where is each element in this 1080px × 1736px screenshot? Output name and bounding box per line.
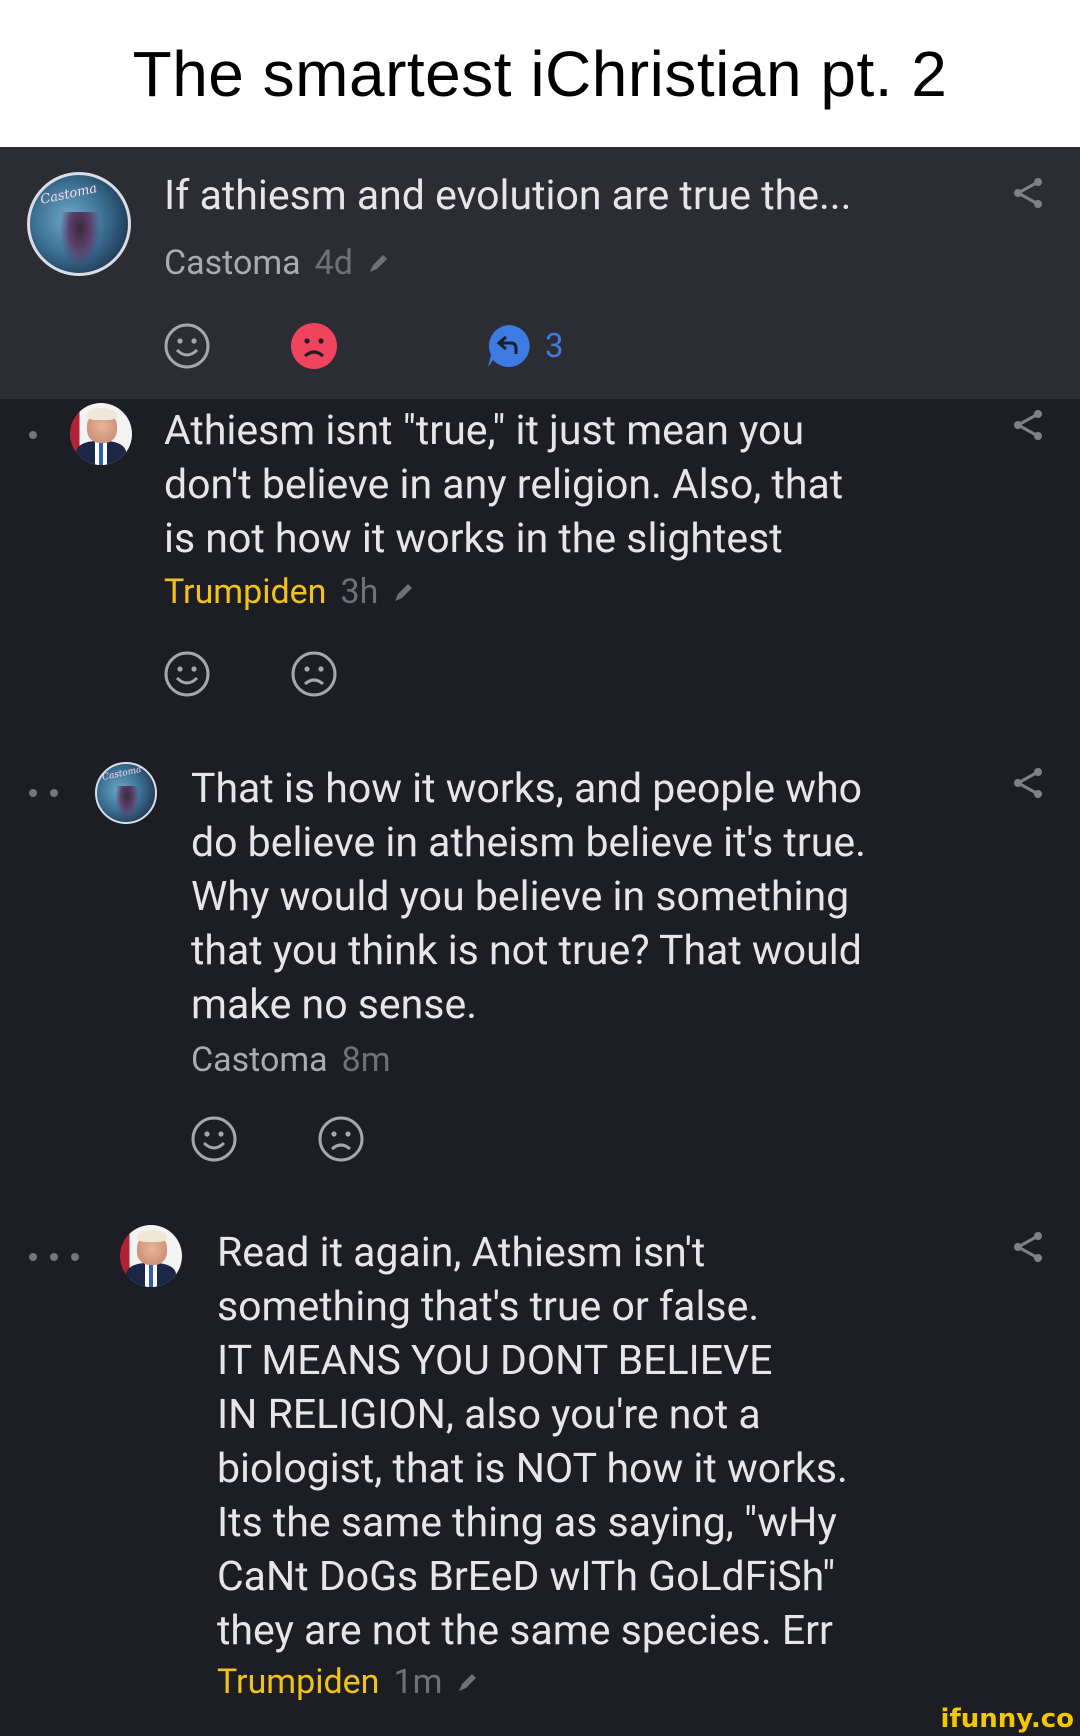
avatar-tie: [148, 1264, 154, 1287]
avatar-tie: [98, 442, 104, 465]
comment-author[interactable]: Trumpiden: [217, 1662, 379, 1702]
comment-author[interactable]: Trumpiden: [164, 572, 326, 612]
avatar-hair: [87, 407, 118, 421]
avatar[interactable]: [70, 403, 132, 465]
share-icon[interactable]: [1010, 175, 1046, 211]
comment-text[interactable]: Read it again, Athiesm isn't something t…: [217, 1226, 848, 1658]
avatar[interactable]: Castoma: [95, 762, 157, 824]
post-time: 4d: [314, 243, 353, 283]
post-author[interactable]: Castoma: [164, 243, 301, 283]
avatar-figure: [115, 786, 138, 818]
smile-icon[interactable]: [163, 322, 211, 370]
post-meta: Castoma 4d: [164, 243, 391, 283]
share-icon[interactable]: [1010, 1229, 1046, 1265]
reply-count: 3: [545, 326, 564, 366]
post-title[interactable]: If athiesm and evolution are true the...: [164, 169, 851, 223]
comment-text[interactable]: Athiesm isnt "true," it just mean you do…: [164, 404, 843, 566]
share-icon[interactable]: [1010, 407, 1046, 443]
avatar-hair: [137, 1229, 168, 1243]
pencil-icon: [459, 1674, 477, 1691]
comment-time: 3h: [340, 572, 379, 612]
reply-count-badge[interactable]: 3: [485, 322, 564, 370]
pencil-icon: [369, 255, 387, 272]
sad-icon[interactable]: [317, 1115, 365, 1163]
smile-icon[interactable]: [190, 1115, 238, 1163]
avatar-figure: [61, 212, 99, 267]
comment-author[interactable]: Castoma: [191, 1040, 328, 1080]
pencil-icon: [395, 584, 413, 601]
thread-depth-indicator: [29, 431, 37, 439]
thread-depth-indicator: [29, 1253, 79, 1261]
sad-icon[interactable]: [290, 650, 338, 698]
comment-meta: Castoma 8m: [191, 1040, 391, 1080]
share-icon[interactable]: [1010, 765, 1046, 801]
avatar-tag: Castoma: [38, 180, 99, 208]
avatar[interactable]: [120, 1225, 182, 1287]
watermark: ifunny.co: [940, 1704, 1074, 1734]
comment-time: 1m: [393, 1662, 443, 1702]
comment-meta: Trumpiden 1m: [217, 1662, 480, 1702]
avatar[interactable]: Castoma: [27, 172, 131, 276]
reply-icon: [488, 325, 530, 367]
comment-text[interactable]: That is how it works, and people who do …: [191, 762, 866, 1032]
comment-time: 8m: [341, 1040, 391, 1080]
page-title: The smartest iChristian pt. 2: [0, 0, 1080, 147]
sad-icon[interactable]: [290, 322, 338, 370]
avatar-tag: Castoma: [101, 764, 143, 783]
smile-icon[interactable]: [163, 650, 211, 698]
thread-depth-indicator: [29, 789, 58, 797]
original-post[interactable]: Castoma If athiesm and evolution are tru…: [0, 147, 1080, 399]
comment-meta: Trumpiden 3h: [164, 572, 416, 612]
